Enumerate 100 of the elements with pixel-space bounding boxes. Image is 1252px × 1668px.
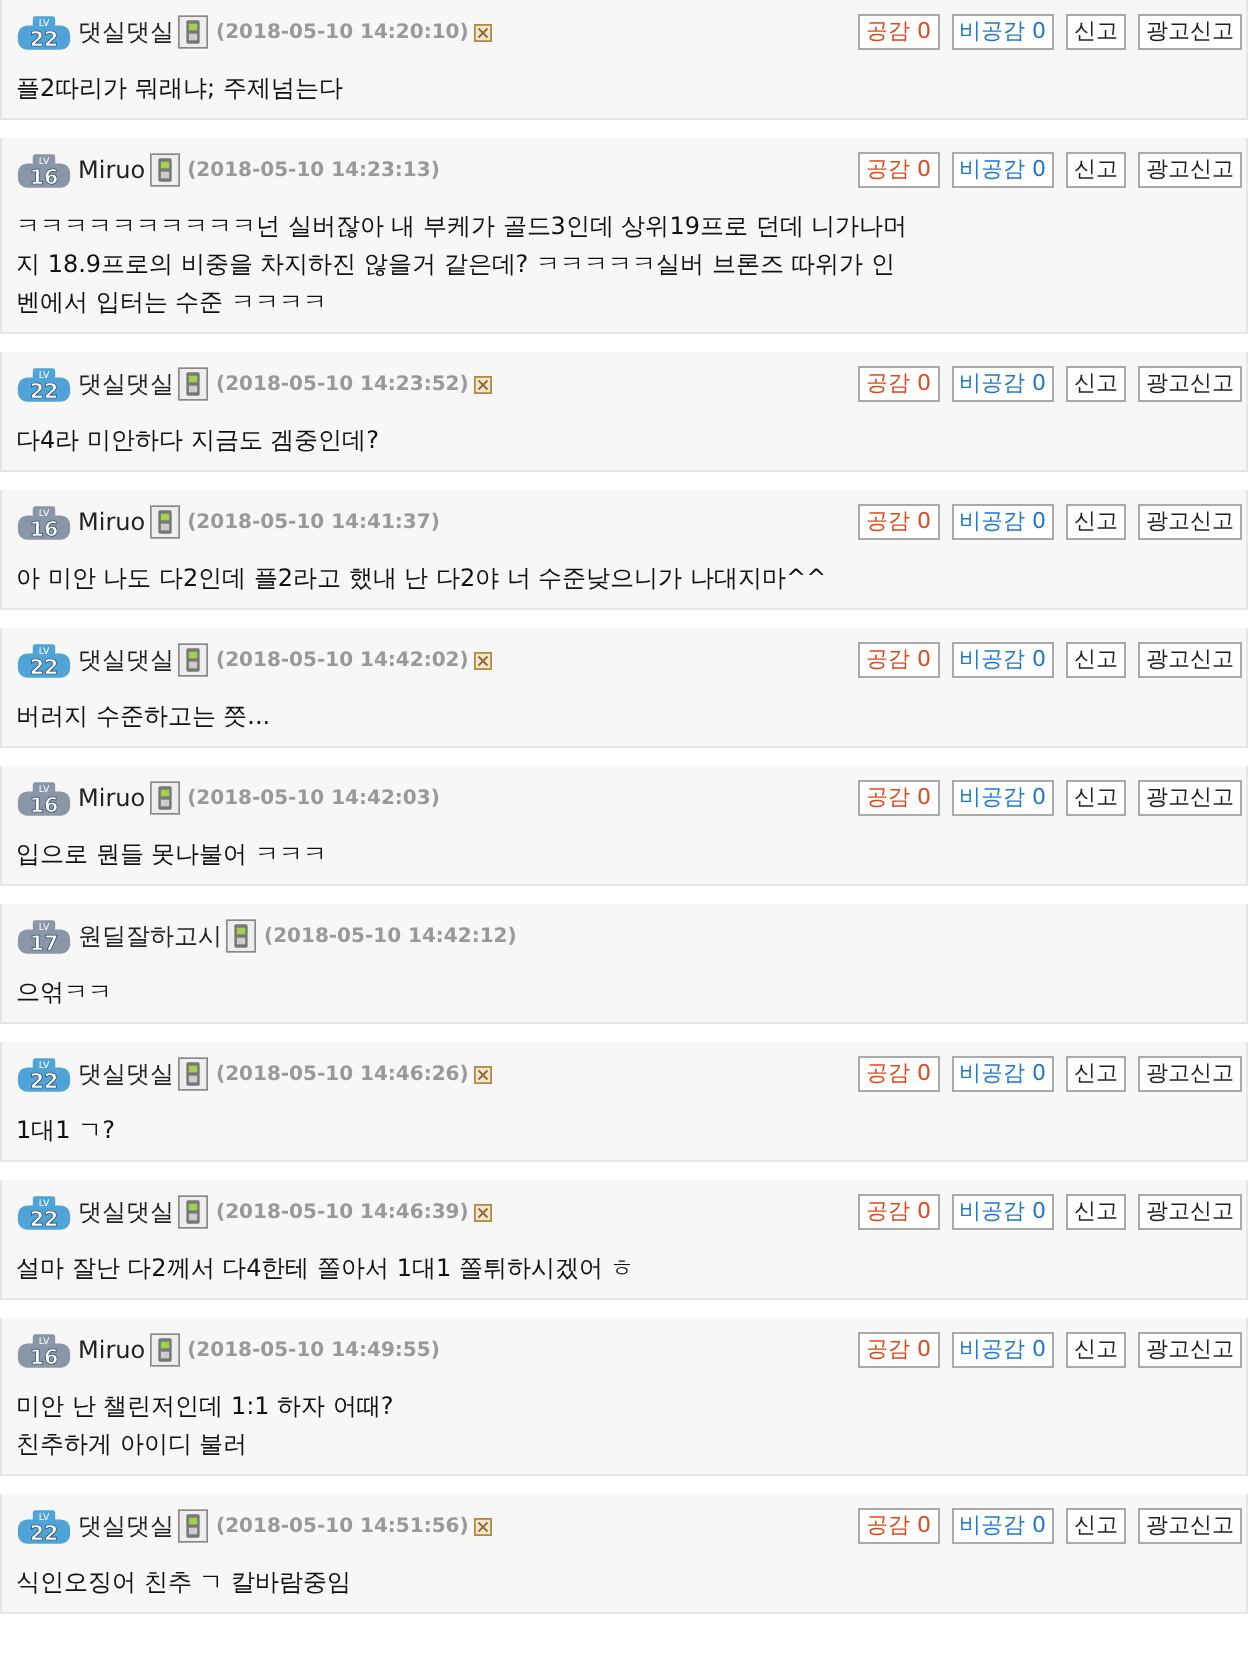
report-button[interactable]: 광고신고	[1138, 152, 1242, 188]
like-button[interactable]: 공감 0	[858, 152, 939, 188]
dislike-button[interactable]: 비공감 0	[951, 504, 1054, 540]
author-name[interactable]: 댓실댓실	[78, 643, 174, 677]
like-button[interactable]: 공감 0	[858, 642, 939, 678]
like-button[interactable]: 공감 0	[858, 1194, 939, 1230]
dislike-button[interactable]: 비공감 0	[951, 14, 1054, 50]
dislike-button[interactable]: 비공감 0	[951, 1194, 1054, 1230]
level-number: 16	[29, 517, 59, 541]
comment-date: (2018-05-10 14:23:13)	[187, 159, 440, 181]
comment-text: 플2따리가 뭐래냐; 주제넘는다	[16, 72, 345, 106]
report-button[interactable]: 광고신고	[1138, 366, 1242, 402]
like-button[interactable]: 공감 0	[858, 1056, 939, 1092]
report-button[interactable]: 신고	[1066, 14, 1126, 50]
dislike-button[interactable]: 비공감 0	[951, 1332, 1054, 1368]
phone-icon	[178, 1056, 208, 1092]
level-number: 16	[29, 165, 59, 189]
level-number: 22	[29, 1207, 59, 1231]
phone-icon	[178, 366, 208, 402]
delete-icon[interactable]	[474, 375, 493, 393]
report-button[interactable]: 신고	[1066, 1332, 1126, 1368]
comment-text: 다4라 미안하다 지금도 겜중인데?	[16, 424, 381, 458]
comment-text: 미안 난 챌린저인데 1:1 하자 어때? 친추하게 아이디 불러	[16, 1390, 396, 1462]
dislike-button[interactable]: 비공감 0	[951, 366, 1054, 402]
phone-icon	[226, 918, 256, 954]
report-button[interactable]: 신고	[1066, 1194, 1126, 1230]
phone-icon	[149, 1332, 180, 1368]
dislike-button[interactable]: 비공감 0	[951, 1056, 1054, 1092]
phone-icon	[178, 1508, 208, 1544]
report-button[interactable]: 신고	[1066, 1056, 1126, 1092]
author-name[interactable]: Miruo	[78, 508, 146, 536]
author-name[interactable]: Miruo	[78, 784, 146, 812]
comment-date: (2018-05-10 14:41:37)	[187, 511, 440, 533]
author-name[interactable]: 댓실댓실	[78, 367, 174, 401]
comment-date: (2018-05-10 14:46:39)	[216, 1201, 469, 1223]
report-button[interactable]: 신고	[1066, 642, 1126, 678]
dislike-button[interactable]: 비공감 0	[951, 642, 1054, 678]
level-number: 22	[29, 1069, 59, 1093]
like-button[interactable]: 공감 0	[858, 1332, 939, 1368]
comment-date: (2018-05-10 14:23:52)	[216, 373, 469, 395]
like-button[interactable]: 공감 0	[858, 14, 939, 50]
phone-icon	[149, 780, 180, 816]
comment-text: 입으로 뭔들 못나불어 ㅋㅋㅋ	[16, 838, 329, 872]
level-number: 22	[29, 1521, 59, 1545]
delete-icon[interactable]	[474, 23, 493, 41]
like-button[interactable]: 공감 0	[858, 1508, 939, 1544]
level-number: 22	[29, 655, 59, 679]
dislike-button[interactable]: 비공감 0	[951, 152, 1054, 188]
comment-text: 으얶ㅋㅋ	[16, 976, 114, 1010]
dislike-button[interactable]: 비공감 0	[951, 780, 1054, 816]
report-button[interactable]: 광고신고	[1138, 1508, 1242, 1544]
level-number: 16	[29, 793, 59, 817]
delete-icon[interactable]	[474, 1203, 493, 1221]
author-name[interactable]: Miruo	[78, 156, 146, 184]
level-number: 22	[29, 27, 59, 51]
level-number: 17	[29, 931, 59, 955]
comment-date: (2018-05-10 14:20:10)	[216, 21, 469, 43]
report-button[interactable]: 광고신고	[1138, 1056, 1242, 1092]
author-name[interactable]: 댓실댓실	[78, 1195, 174, 1229]
comment-date: (2018-05-10 14:42:03)	[187, 787, 440, 809]
phone-icon	[178, 14, 208, 50]
comment-date: (2018-05-10 14:49:55)	[187, 1339, 440, 1361]
report-button[interactable]: 신고	[1066, 366, 1126, 402]
report-button[interactable]: 광고신고	[1138, 642, 1242, 678]
phone-icon	[149, 152, 180, 188]
comment-text: 1대1 ㄱ?	[16, 1114, 117, 1148]
comment-text: 식인오징어 친추 ㄱ 칼바람중임	[16, 1566, 353, 1600]
author-name[interactable]: Miruo	[78, 1336, 146, 1364]
comment-date: (2018-05-10 14:51:56)	[216, 1515, 469, 1537]
author-name[interactable]: 댓실댓실	[78, 1057, 174, 1091]
comment-text: ㅋㅋㅋㅋㅋㅋㅋㅋㅋㅋ넌 실버잖아 내 부케가 골드3인데 상위19프로 던데 니가나머 지 18.9프로의 비중을 차지하진 않을거 같은데? ㅋㅋㅋㅋㅋ실버 브론즈 따위가 인 벤에서 입터는 수준 ㅋㅋㅋㅋ	[16, 210, 910, 320]
comment-date: (2018-05-10 14:42:02)	[216, 649, 469, 671]
level-number: 16	[29, 1345, 59, 1369]
comment-text: 설마 잘난 다2께서 다4한테 쫄아서 1대1 쫄튀하시겠어 ㅎ	[16, 1252, 637, 1286]
delete-icon[interactable]	[474, 1517, 493, 1535]
level-number: 22	[29, 379, 59, 403]
phone-icon	[178, 642, 208, 678]
report-button[interactable]: 광고신고	[1138, 1332, 1242, 1368]
report-button[interactable]: 광고신고	[1138, 504, 1242, 540]
author-name[interactable]: 댓실댓실	[78, 1509, 174, 1543]
delete-icon[interactable]	[474, 1065, 493, 1083]
dislike-button[interactable]: 비공감 0	[951, 1508, 1054, 1544]
author-name[interactable]: 원딜잘하고시	[78, 919, 222, 953]
report-button[interactable]: 신고	[1066, 152, 1126, 188]
like-button[interactable]: 공감 0	[858, 504, 939, 540]
like-button[interactable]: 공감 0	[858, 780, 939, 816]
report-button[interactable]: 광고신고	[1138, 780, 1242, 816]
author-name[interactable]: 댓실댓실	[78, 15, 174, 49]
report-button[interactable]: 신고	[1066, 1508, 1126, 1544]
like-button[interactable]: 공감 0	[858, 366, 939, 402]
comment-date: (2018-05-10 14:46:26)	[216, 1063, 469, 1085]
report-button[interactable]: 광고신고	[1138, 14, 1242, 50]
report-button[interactable]: 광고신고	[1138, 1194, 1242, 1230]
report-button[interactable]: 신고	[1066, 504, 1126, 540]
delete-icon[interactable]	[474, 651, 493, 669]
phone-icon	[149, 504, 180, 540]
comment-text: 버러지 수준하고는 쯧...	[16, 700, 273, 734]
comment-date: (2018-05-10 14:42:12)	[264, 925, 517, 947]
report-button[interactable]: 신고	[1066, 780, 1126, 816]
phone-icon	[178, 1194, 208, 1230]
